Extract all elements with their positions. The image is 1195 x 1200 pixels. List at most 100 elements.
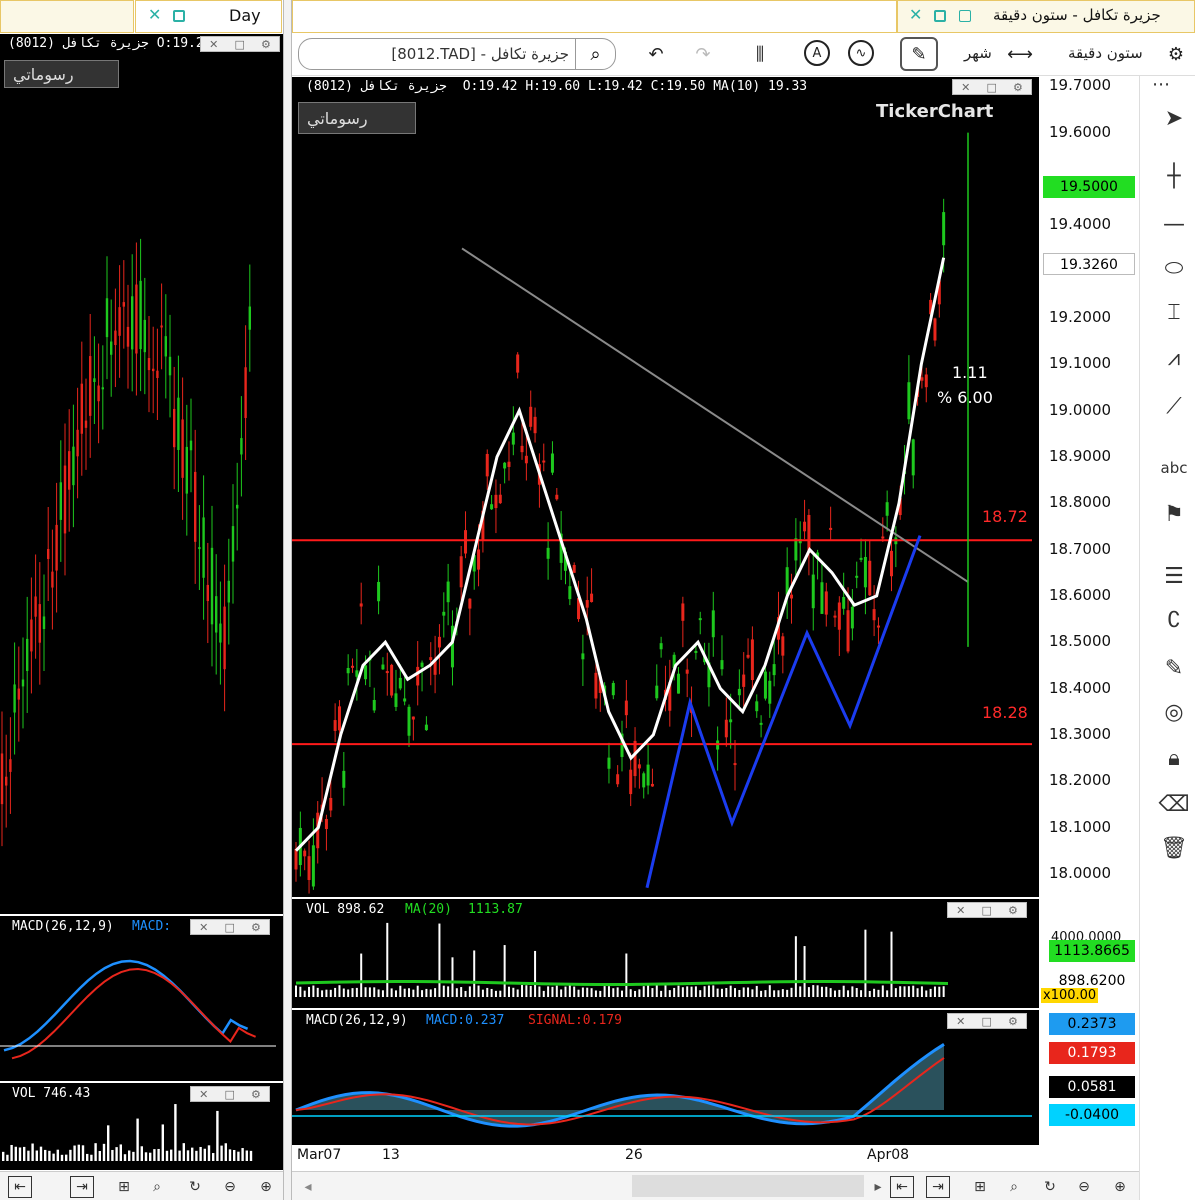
lock-draw-icon[interactable]: ✎ <box>1154 648 1194 688</box>
volume-bar <box>564 986 567 997</box>
main-chart-controls[interactable]: ✕ □ ⚙ <box>952 79 1032 95</box>
pattern-icon[interactable]: ⩘ <box>1154 338 1194 378</box>
volume-bar <box>677 985 680 997</box>
scroll-left-icon[interactable]: ⇤ <box>8 1176 32 1198</box>
zoom-in-icon[interactable]: ⊕ <box>254 1176 278 1198</box>
scroll-right-icon[interactable]: ⇥ <box>926 1176 950 1198</box>
undo-icon[interactable]: ↶ <box>642 40 670 68</box>
left-vol-controls[interactable]: ✕ □ ⚙ <box>190 1086 270 1102</box>
candles-icon[interactable]: ⫼ <box>746 40 774 68</box>
close-icon[interactable]: ✕ <box>909 7 923 23</box>
search-icon[interactable]: ⌕ <box>575 38 615 70</box>
text-tool-icon[interactable]: abc <box>1154 448 1194 488</box>
volume-bar <box>760 990 763 997</box>
zoom-area-icon[interactable]: ⌕ <box>1002 1176 1026 1198</box>
auto-scale-icon[interactable]: A <box>804 40 830 66</box>
flag-icon[interactable]: ⚑ <box>1154 494 1194 534</box>
macd-controls[interactable]: ✕ □ ⚙ <box>947 1013 1027 1029</box>
price-tick: 19.6000 <box>1049 122 1112 141</box>
price-axis[interactable]: 19.7000 19.6000 19.4000 19.2000 19.1000 19.00… <box>1039 76 1138 897</box>
cursor-icon[interactable]: ➤ <box>1154 98 1194 138</box>
volume-bar <box>912 985 915 997</box>
eraser-icon[interactable]: ⌫ <box>1154 784 1194 824</box>
horizontal-line-icon[interactable]: — <box>1154 204 1194 244</box>
left-volume-bar <box>119 1144 122 1161</box>
candle-body <box>611 682 615 696</box>
candle-body <box>637 764 641 769</box>
main-window-title: جزيرة تكافل - ستون دقيقة <box>993 6 1161 24</box>
fit-icon[interactable]: ⊞ <box>112 1176 136 1198</box>
lock-icon[interactable]: 🔒︎ <box>1154 738 1194 778</box>
left-volume-bar <box>6 1154 9 1161</box>
ellipse-icon[interactable]: ⬭ <box>1154 248 1194 288</box>
indicator-icon[interactable]: ∿ <box>848 40 874 66</box>
left-volume-bar <box>14 1146 17 1161</box>
magnet-icon[interactable]: ∁ <box>1154 600 1194 640</box>
symbol-search-box[interactable]: [8012.TAD] - جزيرة تكافل ⌕ <box>298 38 616 70</box>
time-axis[interactable]: Mar07 13 26 Apr08 <box>292 1145 1039 1171</box>
left-macd-controls[interactable]: ✕ □ ⚙ <box>190 919 270 935</box>
reset-zoom-icon[interactable]: ↻ <box>1038 1176 1062 1198</box>
scroll-forward-icon[interactable]: ▸ <box>866 1176 890 1198</box>
hide-icon[interactable]: ◎ <box>1154 692 1194 732</box>
volume-bar <box>534 950 537 997</box>
volume-bar <box>568 985 571 997</box>
search-input[interactable]: [8012.TAD] - جزيرة تكافل <box>391 45 569 63</box>
trend-channel-icon[interactable]: ⟋ <box>1154 386 1194 426</box>
close-icon[interactable]: ✕ <box>148 7 162 23</box>
scroll-back-icon[interactable]: ◂ <box>296 1176 320 1198</box>
scroll-left-icon[interactable]: ⇤ <box>890 1176 914 1198</box>
left-drawings-tag[interactable]: رسوماتي <box>4 60 119 88</box>
left-candle-body <box>30 619 33 652</box>
fit-icon[interactable]: ⊞ <box>968 1176 992 1198</box>
reset-zoom-icon[interactable]: ↻ <box>183 1176 207 1198</box>
scroll-right-icon[interactable]: ⇥ <box>70 1176 94 1198</box>
zoom-out-icon[interactable]: ⊖ <box>218 1176 242 1198</box>
left-candle-body <box>17 688 20 700</box>
window-divider[interactable] <box>283 0 292 1200</box>
horizontal-scrollbar[interactable] <box>632 1175 864 1197</box>
trash-icon[interactable]: 🗑︎ <box>1154 828 1194 868</box>
main-drawings-tag[interactable]: رسوماتي <box>298 102 416 134</box>
period-month[interactable]: شهر <box>964 44 992 62</box>
candle-body <box>681 603 685 621</box>
compare-icon[interactable]: ⟷ <box>1006 40 1034 68</box>
candle-body <box>768 680 772 704</box>
maximize-icon[interactable] <box>173 10 185 22</box>
volume-controls[interactable]: ✕ □ ⚙ <box>947 902 1027 918</box>
period-interval[interactable]: ستون دقيقة <box>1068 44 1143 62</box>
restore-icon[interactable] <box>959 10 971 22</box>
crosshair-icon[interactable]: ┼ <box>1154 156 1194 196</box>
left-candle-body <box>202 517 205 578</box>
candle-body <box>424 724 428 731</box>
volume-bar <box>512 987 515 997</box>
volume-bar <box>473 950 476 997</box>
more-menu-icon[interactable]: ⋯ <box>1152 74 1170 95</box>
zoom-area-icon[interactable]: ⌕ <box>145 1176 169 1198</box>
zoom-out-icon[interactable]: ⊖ <box>1072 1176 1096 1198</box>
candle-body <box>698 618 702 621</box>
zoom-in-icon[interactable]: ⊕ <box>1108 1176 1132 1198</box>
candle-body <box>650 783 654 787</box>
maximize-icon[interactable] <box>934 10 946 22</box>
volume-bar <box>421 990 424 997</box>
list-icon[interactable]: ☰ <box>1154 556 1194 596</box>
settings-icon[interactable]: ⚙ <box>1162 40 1190 68</box>
left-candle-body <box>160 325 163 328</box>
left-candle-body <box>168 356 172 376</box>
volume-bar <box>703 986 706 997</box>
left-volume-bar <box>212 1153 215 1161</box>
left-chart-controls[interactable]: ✕ □ ⚙ <box>200 36 280 52</box>
draw-tool-icon[interactable]: ✎ <box>900 37 938 71</box>
candle-body <box>464 530 468 554</box>
left-volume-bar <box>178 1150 181 1161</box>
redo-icon[interactable]: ↷ <box>689 40 717 68</box>
left-candle-body <box>13 684 16 713</box>
macd-value: MACD:0.237 <box>426 1013 505 1028</box>
candle-body <box>394 693 398 707</box>
left-volume-bar <box>31 1143 34 1161</box>
left-candle-body <box>227 580 230 603</box>
candle-body <box>494 494 498 509</box>
text-cursor-icon[interactable]: ⌶ <box>1154 292 1194 332</box>
candle-body <box>811 574 815 609</box>
